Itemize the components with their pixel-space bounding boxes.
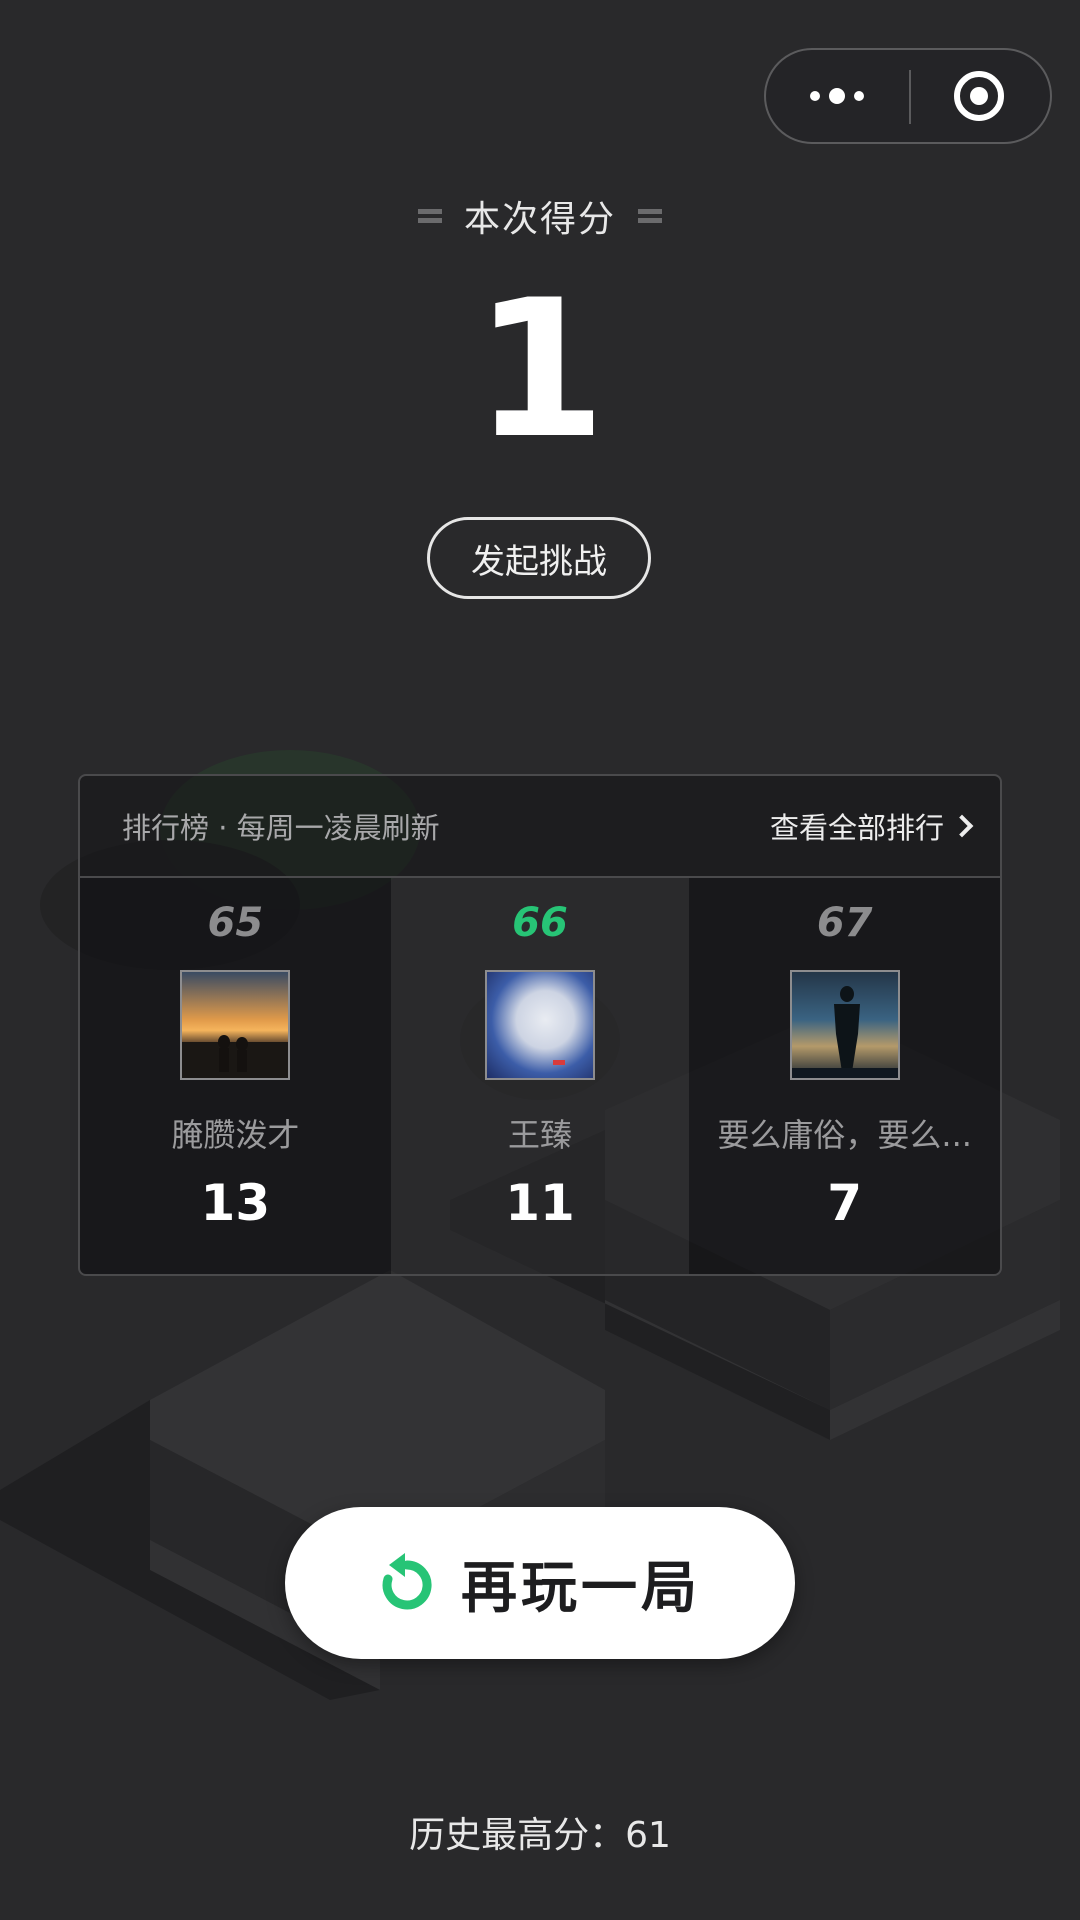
replay-button[interactable]: 再玩一局: [285, 1507, 795, 1659]
leaderboard-entries: 65 腌臜泼才 13 66 王臻 11 67 要么庸俗，要么... 7: [80, 878, 1000, 1274]
entry-name: 腌臜泼才: [171, 1116, 300, 1154]
entry-score: 13: [200, 1174, 271, 1232]
leaderboard-header: 排行榜 · 每周一凌晨刷新 查看全部排行: [80, 776, 1000, 878]
leaderboard-entry[interactable]: 65 腌臜泼才 13: [80, 878, 391, 1274]
current-score: 1: [473, 259, 607, 480]
best-score: 历史最高分：61: [409, 1815, 671, 1856]
replay-icon: [382, 1553, 432, 1610]
avatar: [485, 970, 595, 1080]
close-button[interactable]: [908, 50, 1050, 142]
avatar: [180, 970, 291, 1080]
entry-name: 要么庸俗，要么...: [717, 1116, 972, 1154]
equals-icon: [638, 205, 662, 227]
entry-rank: 65: [207, 900, 264, 946]
replay-label: 再玩一局: [461, 1555, 701, 1621]
mini-program-capsule: [764, 48, 1052, 144]
score-title-text: 本次得分: [463, 199, 616, 240]
entry-rank: 66: [512, 900, 568, 946]
entry-name: 王臻: [508, 1116, 573, 1154]
avatar-moon-icon: [553, 1060, 565, 1065]
challenge-button[interactable]: 发起挑战: [427, 517, 651, 599]
view-all-rankings-link[interactable]: 查看全部排行: [770, 805, 976, 847]
equals-icon: [417, 205, 442, 227]
entry-score: 11: [505, 1174, 575, 1232]
avatar-figure-icon: [791, 986, 898, 1078]
avatar-silhouette-icon: [182, 1035, 289, 1078]
more-icon: [810, 88, 864, 104]
entry-score: 7: [827, 1174, 863, 1232]
more-button[interactable]: [766, 50, 908, 142]
view-all-label: 查看全部排行: [769, 811, 944, 845]
leaderboard-entry-self[interactable]: 66 王臻 11: [390, 878, 690, 1274]
capsule-divider: [909, 70, 911, 124]
leaderboard-subtitle: 排行榜 · 每周一凌晨刷新: [122, 811, 440, 845]
target-icon: [954, 71, 1004, 121]
game-over-screen: 本次得分 1 发起挑战 排行榜 · 每周一凌晨刷新 查看全部排行 65 腌臜泼才…: [0, 0, 1080, 1920]
score-title: 本次得分: [0, 190, 1080, 242]
entry-rank: 67: [816, 900, 873, 946]
leaderboard: 排行榜 · 每周一凌晨刷新 查看全部排行 65 腌臜泼才 13 66 王臻 11…: [78, 774, 1002, 1276]
leaderboard-entry[interactable]: 67 要么庸俗，要么... 7: [689, 878, 1000, 1274]
avatar: [789, 970, 900, 1080]
chevron-right-icon: [950, 814, 974, 838]
